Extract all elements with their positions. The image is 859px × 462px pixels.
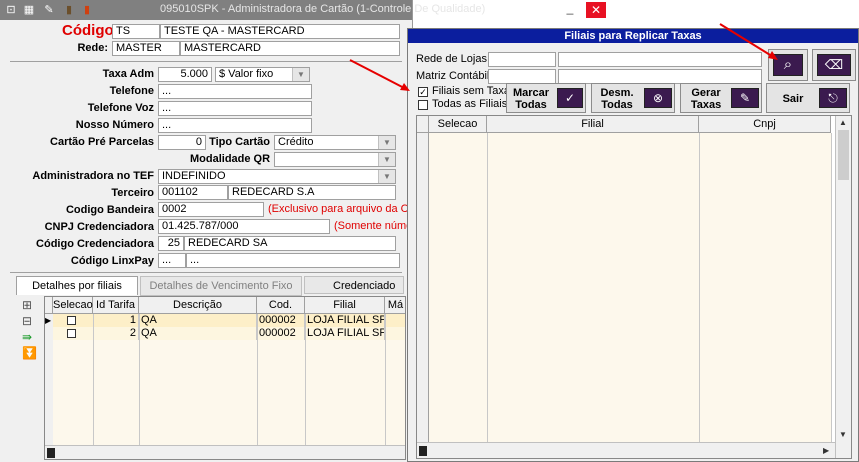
arrow-to-search: [719, 23, 776, 59]
arrow-head: [768, 51, 778, 60]
annotation-arrows: [349, 23, 778, 91]
arrow-to-filiais-sem-taxa: [349, 59, 409, 91]
